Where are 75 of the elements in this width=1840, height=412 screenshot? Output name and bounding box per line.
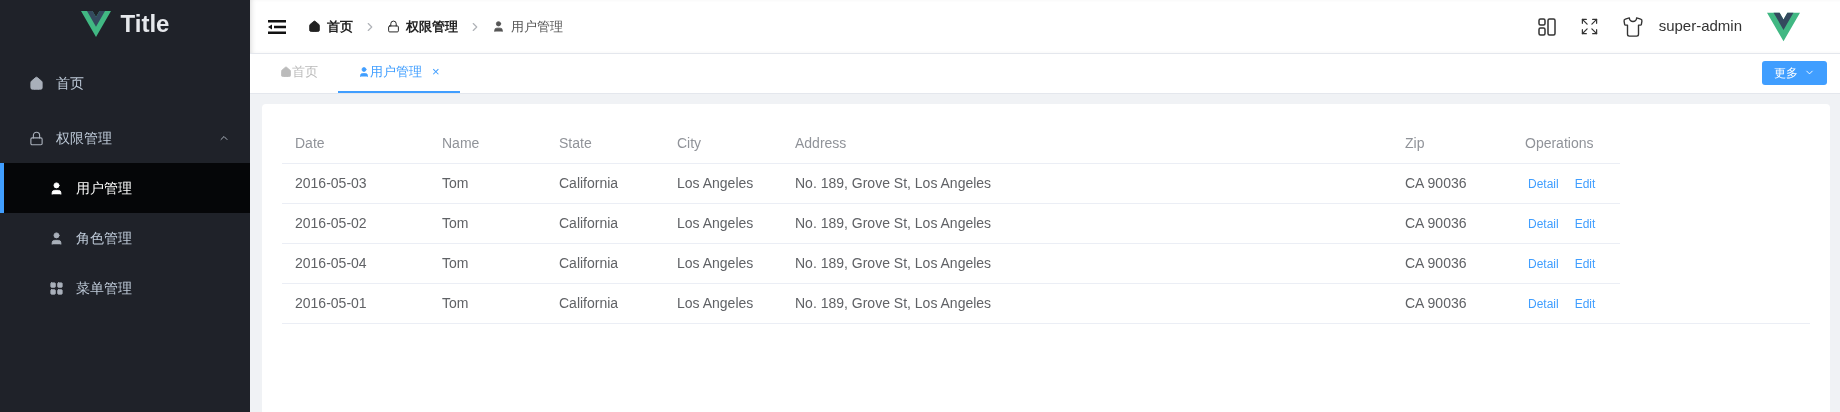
table-cell: 2016-05-03 [295, 175, 367, 191]
action-link[interactable]: Edit [1574, 254, 1596, 273]
lock-icon [29, 130, 44, 146]
lock-icon [387, 20, 400, 33]
action-link[interactable]: Detail [1528, 254, 1559, 273]
table-cell: CA 90036 [1405, 255, 1467, 271]
column-header: Date [295, 135, 325, 151]
home-icon [29, 75, 44, 91]
table-cell: No. 189, Grove St, Los Angeles [795, 295, 992, 311]
menu-label: 权限管理 [56, 128, 113, 148]
action-link[interactable]: Edit [1574, 214, 1596, 233]
table-cell: Los Angeles [677, 295, 754, 311]
menu-label: 用户管理 [76, 178, 133, 198]
menu-label: 首页 [56, 73, 85, 93]
sidebar-item[interactable]: 首页 [0, 58, 250, 108]
table-cell: 2016-05-02 [295, 215, 367, 231]
tab-label: 首页 [292, 63, 318, 82]
menu-label: 菜单管理 [76, 278, 133, 298]
table-cell: California [559, 215, 619, 231]
table-cell: 2016-05-01 [295, 295, 367, 311]
table-cell: CA 90036 [1405, 215, 1467, 231]
username[interactable]: super-admin [1658, 15, 1742, 38]
action-link[interactable]: Detail [1528, 214, 1559, 233]
grid-icon [49, 280, 64, 296]
column-header: Zip [1405, 135, 1425, 151]
table-cell: California [559, 255, 619, 271]
breadcrumb-item: 用户管理 [492, 16, 563, 37]
user-icon [358, 66, 370, 78]
action-link[interactable]: Detail [1528, 294, 1559, 313]
table-cell: Tom [442, 215, 469, 231]
table-cell: 2016-05-04 [295, 255, 367, 271]
table-cell: Los Angeles [677, 175, 754, 191]
table-cell: CA 90036 [1405, 175, 1467, 191]
shirt-icon[interactable] [1621, 15, 1644, 38]
column-header: City [677, 135, 702, 151]
breadcrumb-item[interactable]: 权限管理 [387, 16, 458, 37]
tab-label: 用户管理 [370, 63, 422, 82]
sidebar-item[interactable]: 用户管理 [0, 163, 250, 213]
user-icon [49, 180, 64, 196]
column-header: Name [442, 135, 480, 151]
user-icon [49, 230, 64, 246]
layout-icon[interactable] [1536, 16, 1557, 37]
menu-label: 角色管理 [76, 228, 133, 248]
action-link[interactable]: Edit [1574, 174, 1596, 193]
table-cell: No. 189, Grove St, Los Angeles [795, 175, 992, 191]
user-icon [492, 20, 505, 33]
app-title: Title [120, 9, 170, 39]
action-link[interactable]: Detail [1528, 174, 1559, 193]
home-icon [280, 66, 292, 78]
sidebar-item[interactable]: 菜单管理 [0, 263, 250, 313]
close-icon[interactable]: × [432, 62, 440, 82]
table-cell: Tom [442, 295, 469, 311]
tab[interactable]: 首页 [276, 53, 338, 93]
table-cell: California [559, 175, 619, 191]
table-cell: Los Angeles [677, 215, 754, 231]
column-header: State [559, 135, 592, 151]
fullscreen-icon[interactable] [1579, 17, 1599, 36]
table-cell: California [559, 295, 619, 311]
menu-icon[interactable] [268, 19, 286, 34]
column-header: Address [795, 135, 847, 151]
tab[interactable]: 用户管理 × [338, 53, 460, 93]
table-cell: CA 90036 [1405, 295, 1467, 311]
home-icon [308, 20, 321, 33]
breadcrumb-item[interactable]: 首页 [308, 16, 353, 37]
table-cell: No. 189, Grove St, Los Angeles [795, 215, 992, 231]
logo-icon [80, 11, 111, 37]
column-header: Operations [1525, 135, 1594, 151]
sidebar-item[interactable]: 权限管理 [0, 113, 250, 163]
table-cell: Tom [442, 175, 469, 191]
table-cell: No. 189, Grove St, Los Angeles [795, 255, 992, 271]
table-cell: Tom [442, 255, 469, 271]
more-button[interactable]: 更多 [1762, 60, 1827, 85]
action-link[interactable]: Edit [1574, 294, 1596, 313]
table-cell: Los Angeles [677, 255, 754, 271]
sidebar-item[interactable]: 角色管理 [0, 213, 250, 263]
